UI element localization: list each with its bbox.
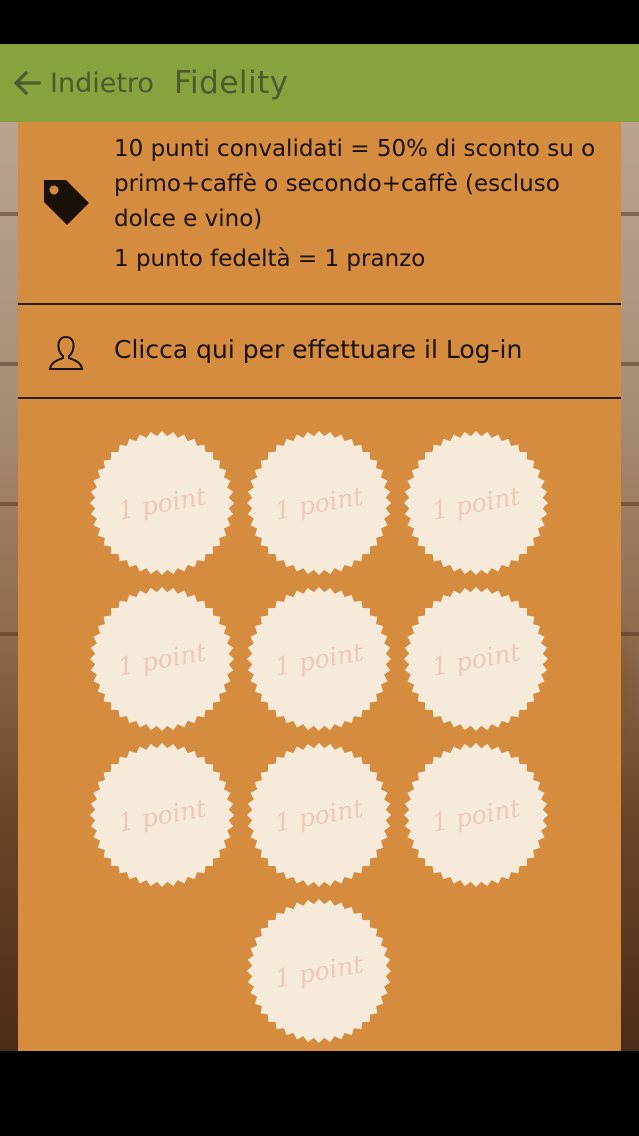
stamp-label: 1 point <box>272 636 366 682</box>
arrow-left-icon <box>12 68 42 98</box>
point-stamp: 1 point <box>89 586 235 732</box>
point-stamp: 1 point <box>403 742 549 888</box>
point-stamp: 1 point <box>246 898 392 1044</box>
point-stamp: 1 point <box>89 430 235 576</box>
fidelity-panel: 10 punti convalidati = 50% di sconto su … <box>18 122 621 1051</box>
stamp-label: 1 point <box>272 792 366 838</box>
login-button[interactable]: Clicca qui per effettuare il Log-in <box>18 305 621 397</box>
stamp-label: 1 point <box>429 636 523 682</box>
stamp-label: 1 point <box>115 792 209 838</box>
point-stamp: 1 point <box>403 430 549 576</box>
divider <box>18 397 621 399</box>
navigation-bar <box>0 1051 639 1136</box>
tag-icon <box>40 176 92 232</box>
promo-info: 10 punti convalidati = 50% di sconto su … <box>18 122 621 303</box>
page-title: Fidelity <box>173 65 289 101</box>
user-icon <box>46 333 86 377</box>
point-stamp: 1 point <box>403 586 549 732</box>
promo-point-text: 1 punto fedeltà = 1 pranzo <box>114 246 426 272</box>
promo-rule-text: 10 punti convalidati = 50% di sconto su … <box>114 136 596 232</box>
stamp-label: 1 point <box>429 480 523 526</box>
stamp-label: 1 point <box>429 792 523 838</box>
stamp-label: 1 point <box>272 948 366 994</box>
point-stamp: 1 point <box>246 586 392 732</box>
stamp-label: 1 point <box>115 480 209 526</box>
action-bar: Indietro Fidelity <box>0 44 639 122</box>
stamp-label: 1 point <box>115 636 209 682</box>
point-stamp: 1 point <box>246 430 392 576</box>
back-label: Indietro <box>50 67 154 99</box>
status-bar <box>0 0 639 44</box>
login-label: Clicca qui per effettuare il Log-in <box>114 335 523 364</box>
point-stamp: 1 point <box>89 742 235 888</box>
stamp-label: 1 point <box>272 480 366 526</box>
point-stamp: 1 point <box>246 742 392 888</box>
back-button[interactable]: Indietro <box>0 44 154 122</box>
